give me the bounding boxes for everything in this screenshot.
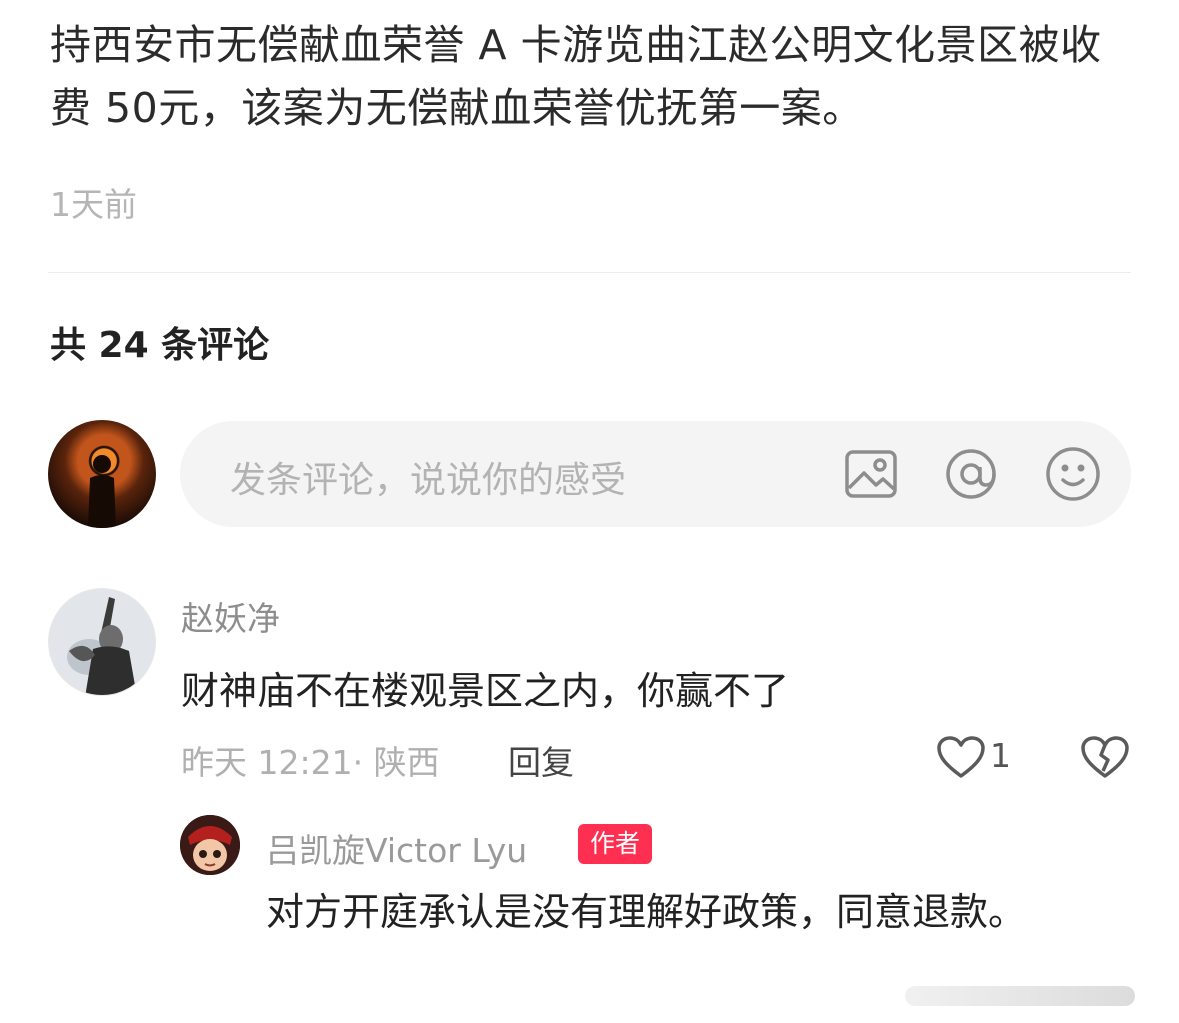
broken-heart-icon[interactable] [1080, 735, 1130, 780]
image-icon[interactable] [842, 445, 900, 503]
author-avatar[interactable] [180, 815, 240, 875]
comment-input[interactable]: 发条评论，说说你的感受 [180, 421, 1131, 527]
author-name[interactable]: 吕凯旋Victor Lyu [266, 824, 527, 872]
divider [48, 272, 1131, 273]
at-icon[interactable] [942, 445, 1000, 503]
comment-input-placeholder: 发条评论，说说你的感受 [230, 460, 627, 501]
heart-icon[interactable] [936, 735, 986, 780]
post-timestamp: 1天前 [50, 185, 137, 224]
rabbit-figure-avatar-image [49, 589, 155, 695]
silhouette-figure [88, 455, 116, 528]
like-count: 1 [990, 736, 1011, 775]
comment-meta: 昨天 12:21· 陕西 [181, 743, 440, 782]
reply-button[interactable]: 回复 [508, 736, 574, 784]
current-user-avatar[interactable] [48, 420, 156, 528]
commenter-avatar[interactable] [48, 588, 156, 696]
emoji-icon[interactable] [1044, 445, 1102, 503]
comment-count-title: 共 24 条评论 [50, 325, 270, 366]
comment-text: 财神庙不在楼观景区之内，你赢不了 [181, 669, 790, 713]
author-badge: 作者 [578, 824, 653, 864]
home-indicator [905, 986, 1135, 1006]
commenter-name[interactable]: 赵妖净 [181, 592, 280, 640]
cartoon-face-avatar-image [180, 815, 240, 875]
reply-text: 对方开庭承认是没有理解好政策，同意退款。 [266, 890, 1027, 934]
post-text: 持西安市无偿献血荣誉 A 卡游览曲江赵公明文化景区被收费 50元，该案为无偿献血… [50, 21, 1102, 132]
